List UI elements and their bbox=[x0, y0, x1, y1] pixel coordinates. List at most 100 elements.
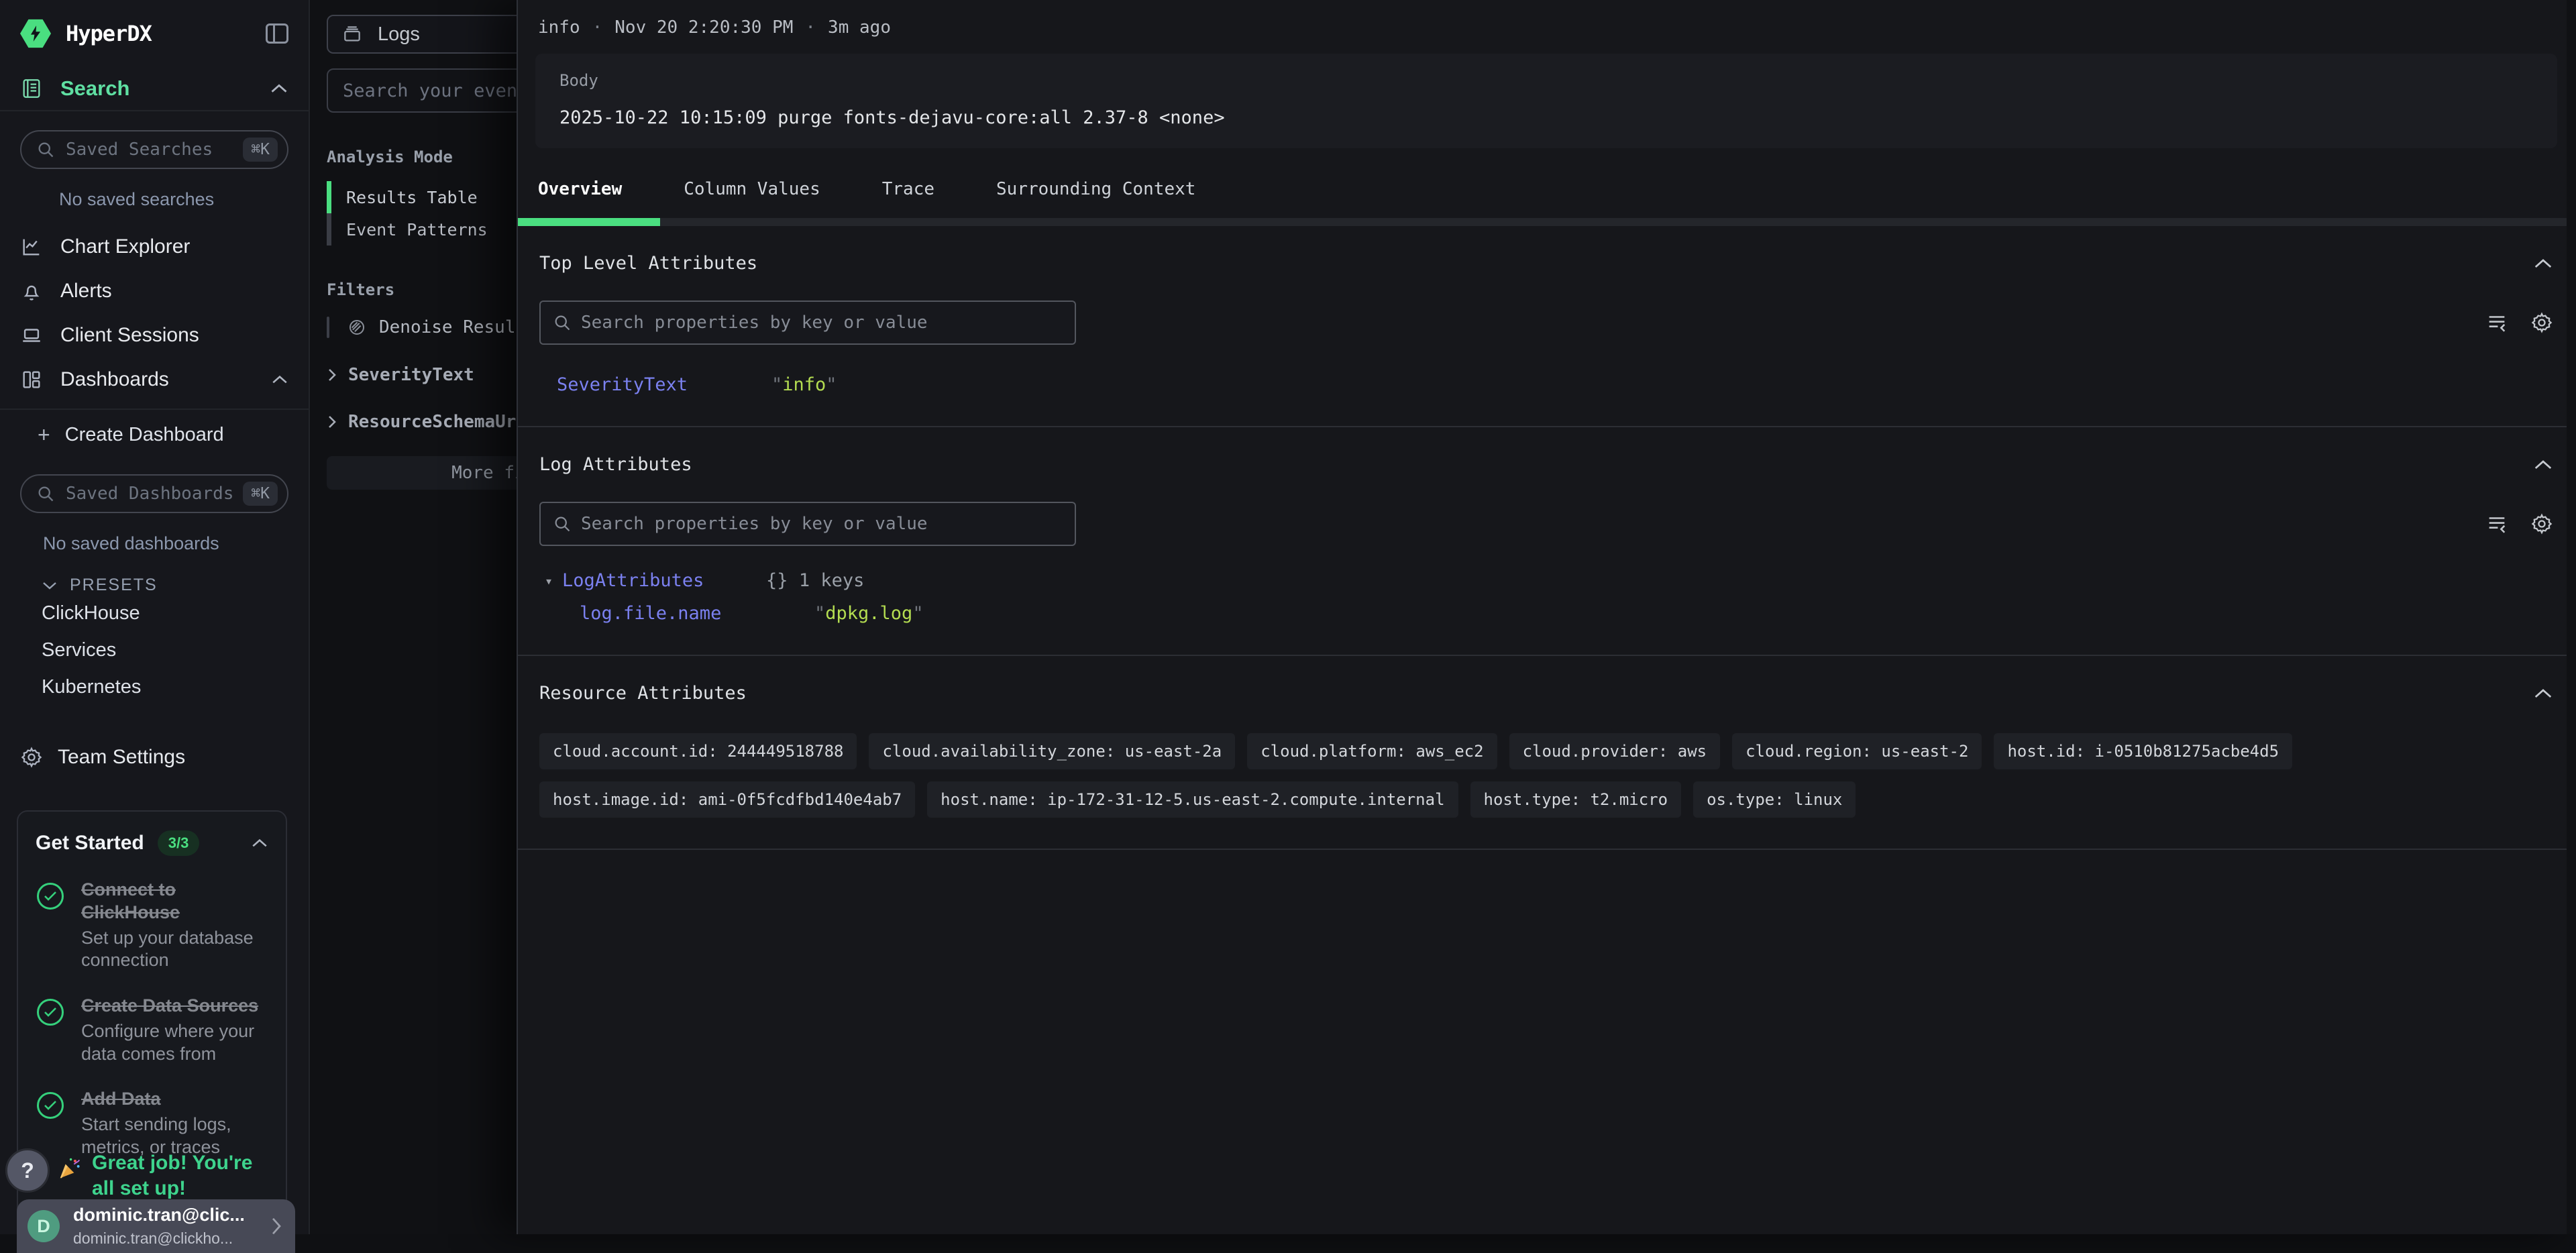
get-started-panel: Get Started 3/3 Connect to ClickHouse Se… bbox=[17, 810, 287, 1248]
more-filters-button[interactable]: More filters bbox=[327, 456, 517, 490]
sidebar-item-alerts[interactable]: Alerts bbox=[0, 269, 309, 313]
chevron-up-icon[interactable] bbox=[270, 83, 288, 95]
checkbox[interactable] bbox=[327, 317, 329, 338]
filters-label: Filters bbox=[311, 246, 517, 299]
tree-child-row[interactable]: log.file.name "dpkg.log" bbox=[518, 591, 2576, 624]
chevron-up-icon[interactable] bbox=[271, 374, 288, 385]
grid-icon bbox=[20, 368, 43, 391]
help-button[interactable]: ? bbox=[5, 1148, 50, 1193]
attribute-value[interactable]: dpkg.log bbox=[825, 603, 912, 624]
attribute-key[interactable]: log.file.name bbox=[580, 603, 814, 624]
quote: " bbox=[826, 374, 837, 395]
divider bbox=[0, 408, 309, 410]
resource-chip[interactable]: cloud.account.id: 244449518788 bbox=[539, 733, 857, 769]
attribute-key[interactable]: LogAttributes bbox=[562, 570, 766, 591]
wrap-lines-icon[interactable] bbox=[2485, 311, 2509, 334]
section-resource-attributes: Resource Attributes bbox=[518, 656, 2576, 704]
presets-label: PRESETS bbox=[70, 576, 158, 595]
get-started-title: Get Started bbox=[36, 832, 144, 855]
attribute-row[interactable]: SeverityText "info" bbox=[518, 345, 2576, 395]
preset-item-clickhouse[interactable]: ClickHouse bbox=[0, 595, 309, 632]
caret-down-icon[interactable]: ▾ bbox=[545, 573, 553, 589]
saved-searches-placeholder: Saved Searches bbox=[66, 140, 243, 160]
checklist-item-title: Create Data Sources bbox=[81, 995, 282, 1018]
resource-chip[interactable]: host.name: ip-172-31-12-5.us-east-2.comp… bbox=[927, 781, 1458, 818]
mode-results-table[interactable]: Results Table bbox=[311, 181, 517, 213]
sidebar-item-label: Chart Explorer bbox=[60, 235, 288, 258]
section-title: Top Level Attributes bbox=[539, 253, 757, 274]
app-header: HyperDX bbox=[0, 0, 309, 67]
presets-toggle[interactable]: PRESETS bbox=[0, 558, 309, 595]
gear-icon[interactable] bbox=[2530, 512, 2553, 535]
filter-group-resourceschemaurl[interactable]: ResourceSchemaUrl bbox=[327, 412, 517, 432]
tab-overview[interactable]: Overview bbox=[538, 179, 622, 218]
checklist-item-connect[interactable]: Connect to ClickHouse Set up your databa… bbox=[36, 879, 268, 972]
resource-chip[interactable]: cloud.region: us-east-2 bbox=[1732, 733, 1982, 769]
tab-column-values[interactable]: Column Values bbox=[684, 179, 820, 218]
section-title: Resource Attributes bbox=[539, 683, 747, 704]
saved-searches-input[interactable]: Saved Searches ⌘K bbox=[20, 130, 288, 169]
resource-chips-row: cloud.account.id: 244449518788 cloud.ava… bbox=[518, 704, 2576, 769]
property-search-placeholder: Search properties by key or value bbox=[581, 313, 928, 333]
resource-chip[interactable]: os.type: linux bbox=[1693, 781, 1856, 818]
sidebar-item-chart-explorer[interactable]: Chart Explorer bbox=[0, 225, 309, 269]
keys-count: {} 1 keys bbox=[766, 570, 864, 591]
source-select-value: Logs bbox=[378, 23, 420, 46]
quote: " bbox=[912, 603, 923, 624]
shortcut-badge: ⌘K bbox=[243, 138, 278, 162]
source-select[interactable]: Logs bbox=[327, 15, 517, 54]
attribute-key[interactable]: SeverityText bbox=[557, 374, 771, 395]
checklist-item-add-data[interactable]: Add Data Start sending logs, metrics, or… bbox=[36, 1088, 268, 1158]
search-icon bbox=[553, 313, 572, 332]
active-tab-underline bbox=[518, 218, 660, 226]
separator: · bbox=[805, 17, 816, 38]
gear-icon[interactable] bbox=[2530, 311, 2553, 334]
app-title: HyperDX bbox=[66, 21, 152, 46]
property-search-input[interactable]: Search properties by key or value bbox=[539, 502, 1076, 546]
denoise-icon bbox=[347, 317, 367, 337]
mode-event-patterns[interactable]: Event Patterns bbox=[311, 213, 517, 246]
sidebar-item-client-sessions[interactable]: Client Sessions bbox=[0, 313, 309, 358]
chevron-up-icon[interactable] bbox=[2533, 688, 2553, 700]
saved-dashboards-input[interactable]: Saved Dashboards ⌘K bbox=[20, 474, 288, 513]
preset-item-services[interactable]: Services bbox=[0, 632, 309, 669]
tab-trace[interactable]: Trace bbox=[882, 179, 934, 218]
denoise-results-checkbox-row[interactable]: Denoise Results bbox=[327, 317, 517, 338]
attribute-value[interactable]: info bbox=[782, 374, 826, 395]
sidebar-item-dashboards[interactable]: Dashboards bbox=[0, 358, 309, 402]
chevron-up-icon[interactable] bbox=[2533, 459, 2553, 471]
create-dashboard-button[interactable]: + Create Dashboard bbox=[0, 414, 309, 455]
user-email: dominic.tran@clickho... bbox=[73, 1230, 264, 1248]
sidebar-item-label: Alerts bbox=[60, 280, 288, 303]
resource-chip[interactable]: cloud.provider: aws bbox=[1509, 733, 1721, 769]
resource-chip[interactable]: cloud.availability_zone: us-east-2a bbox=[869, 733, 1235, 769]
section-top-level-attributes: Top Level Attributes bbox=[518, 226, 2576, 274]
body-value: 2025-10-22 10:15:09 purge fonts-dejavu-c… bbox=[559, 107, 2533, 128]
preset-item-kubernetes[interactable]: Kubernetes bbox=[0, 669, 309, 706]
search-filters-panel: Logs Search your events Analysis Mode Re… bbox=[311, 0, 517, 1234]
sidebar-item-label: Dashboards bbox=[60, 368, 271, 391]
sidebar-item-search[interactable]: Search bbox=[0, 67, 309, 111]
resource-chips-row: host.image.id: ami-0f5fcdfbd140e4ab7 hos… bbox=[518, 769, 2576, 818]
checklist-item-sources[interactable]: Create Data Sources Configure where your… bbox=[36, 995, 268, 1065]
resource-chip[interactable]: cloud.platform: aws_ec2 bbox=[1247, 733, 1497, 769]
wrap-lines-icon[interactable] bbox=[2485, 512, 2509, 535]
team-settings-button[interactable]: Team Settings bbox=[0, 706, 309, 769]
collapse-sidebar-icon[interactable] bbox=[266, 23, 288, 44]
tab-surrounding-context[interactable]: Surrounding Context bbox=[996, 179, 1195, 218]
filter-group-severitytext[interactable]: SeverityText bbox=[327, 365, 517, 385]
mode-label: Results Table bbox=[346, 188, 478, 207]
resource-chip[interactable]: host.image.id: ami-0f5fcdfbd140e4ab7 bbox=[539, 781, 915, 818]
tree-root-row[interactable]: ▾ LogAttributes {} 1 keys bbox=[518, 546, 2576, 591]
resource-chip[interactable]: host.id: i-0510b81275acbe4d5 bbox=[1994, 733, 2292, 769]
inactive-indicator bbox=[327, 213, 331, 246]
chevron-up-icon[interactable] bbox=[2533, 258, 2553, 270]
user-profile-button[interactable]: D dominic.tran@clic... dominic.tran@clic… bbox=[17, 1199, 295, 1253]
event-search-placeholder: Search your events bbox=[343, 80, 517, 101]
resource-chip[interactable]: host.type: t2.micro bbox=[1470, 781, 1682, 818]
check-circle-icon bbox=[37, 883, 64, 910]
event-search-input[interactable]: Search your events bbox=[327, 68, 517, 113]
chevron-up-icon[interactable] bbox=[251, 838, 268, 849]
chevron-down-icon bbox=[42, 580, 58, 591]
property-search-input[interactable]: Search properties by key or value bbox=[539, 301, 1076, 345]
